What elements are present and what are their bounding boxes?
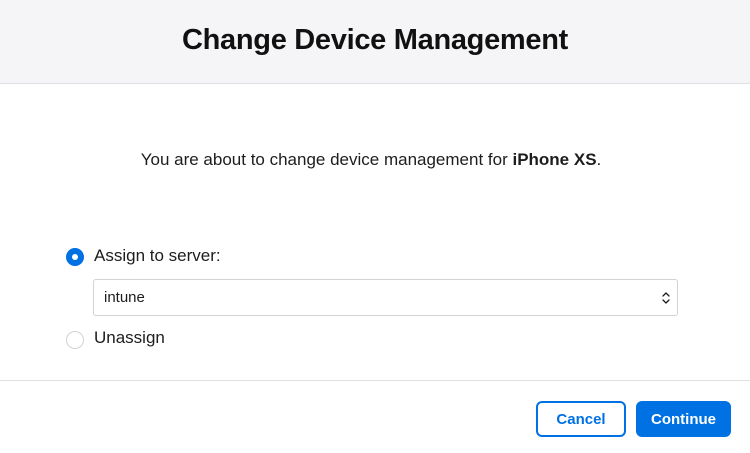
unassign-option[interactable]: Unassign	[66, 326, 165, 349]
cancel-button[interactable]: Cancel	[536, 401, 626, 437]
footer-divider	[0, 380, 750, 381]
device-name: iPhone XS	[512, 150, 597, 169]
unassign-radio-label: Unassign	[94, 327, 165, 347]
assign-radio-label: Assign to server:	[94, 245, 221, 265]
server-select-value: intune	[104, 289, 145, 306]
assign-radio-button[interactable]	[66, 248, 84, 266]
assign-to-server-option[interactable]: Assign to server:	[66, 245, 221, 266]
continue-button[interactable]: Continue	[636, 401, 731, 437]
dialog-message: You are about to change device managemen…	[0, 150, 742, 170]
server-select[interactable]: intune	[93, 279, 678, 316]
unassign-radio-button[interactable]	[66, 331, 84, 349]
message-suffix: .	[596, 150, 602, 169]
message-text: You are about to change device managemen…	[140, 150, 513, 169]
chevron-up-down-icon	[662, 292, 670, 304]
dialog-title: Change Device Management	[181, 24, 569, 56]
change-device-management-dialog: Change Device Management You are about t…	[0, 0, 750, 453]
dialog-header: Change Device Management	[0, 0, 750, 84]
